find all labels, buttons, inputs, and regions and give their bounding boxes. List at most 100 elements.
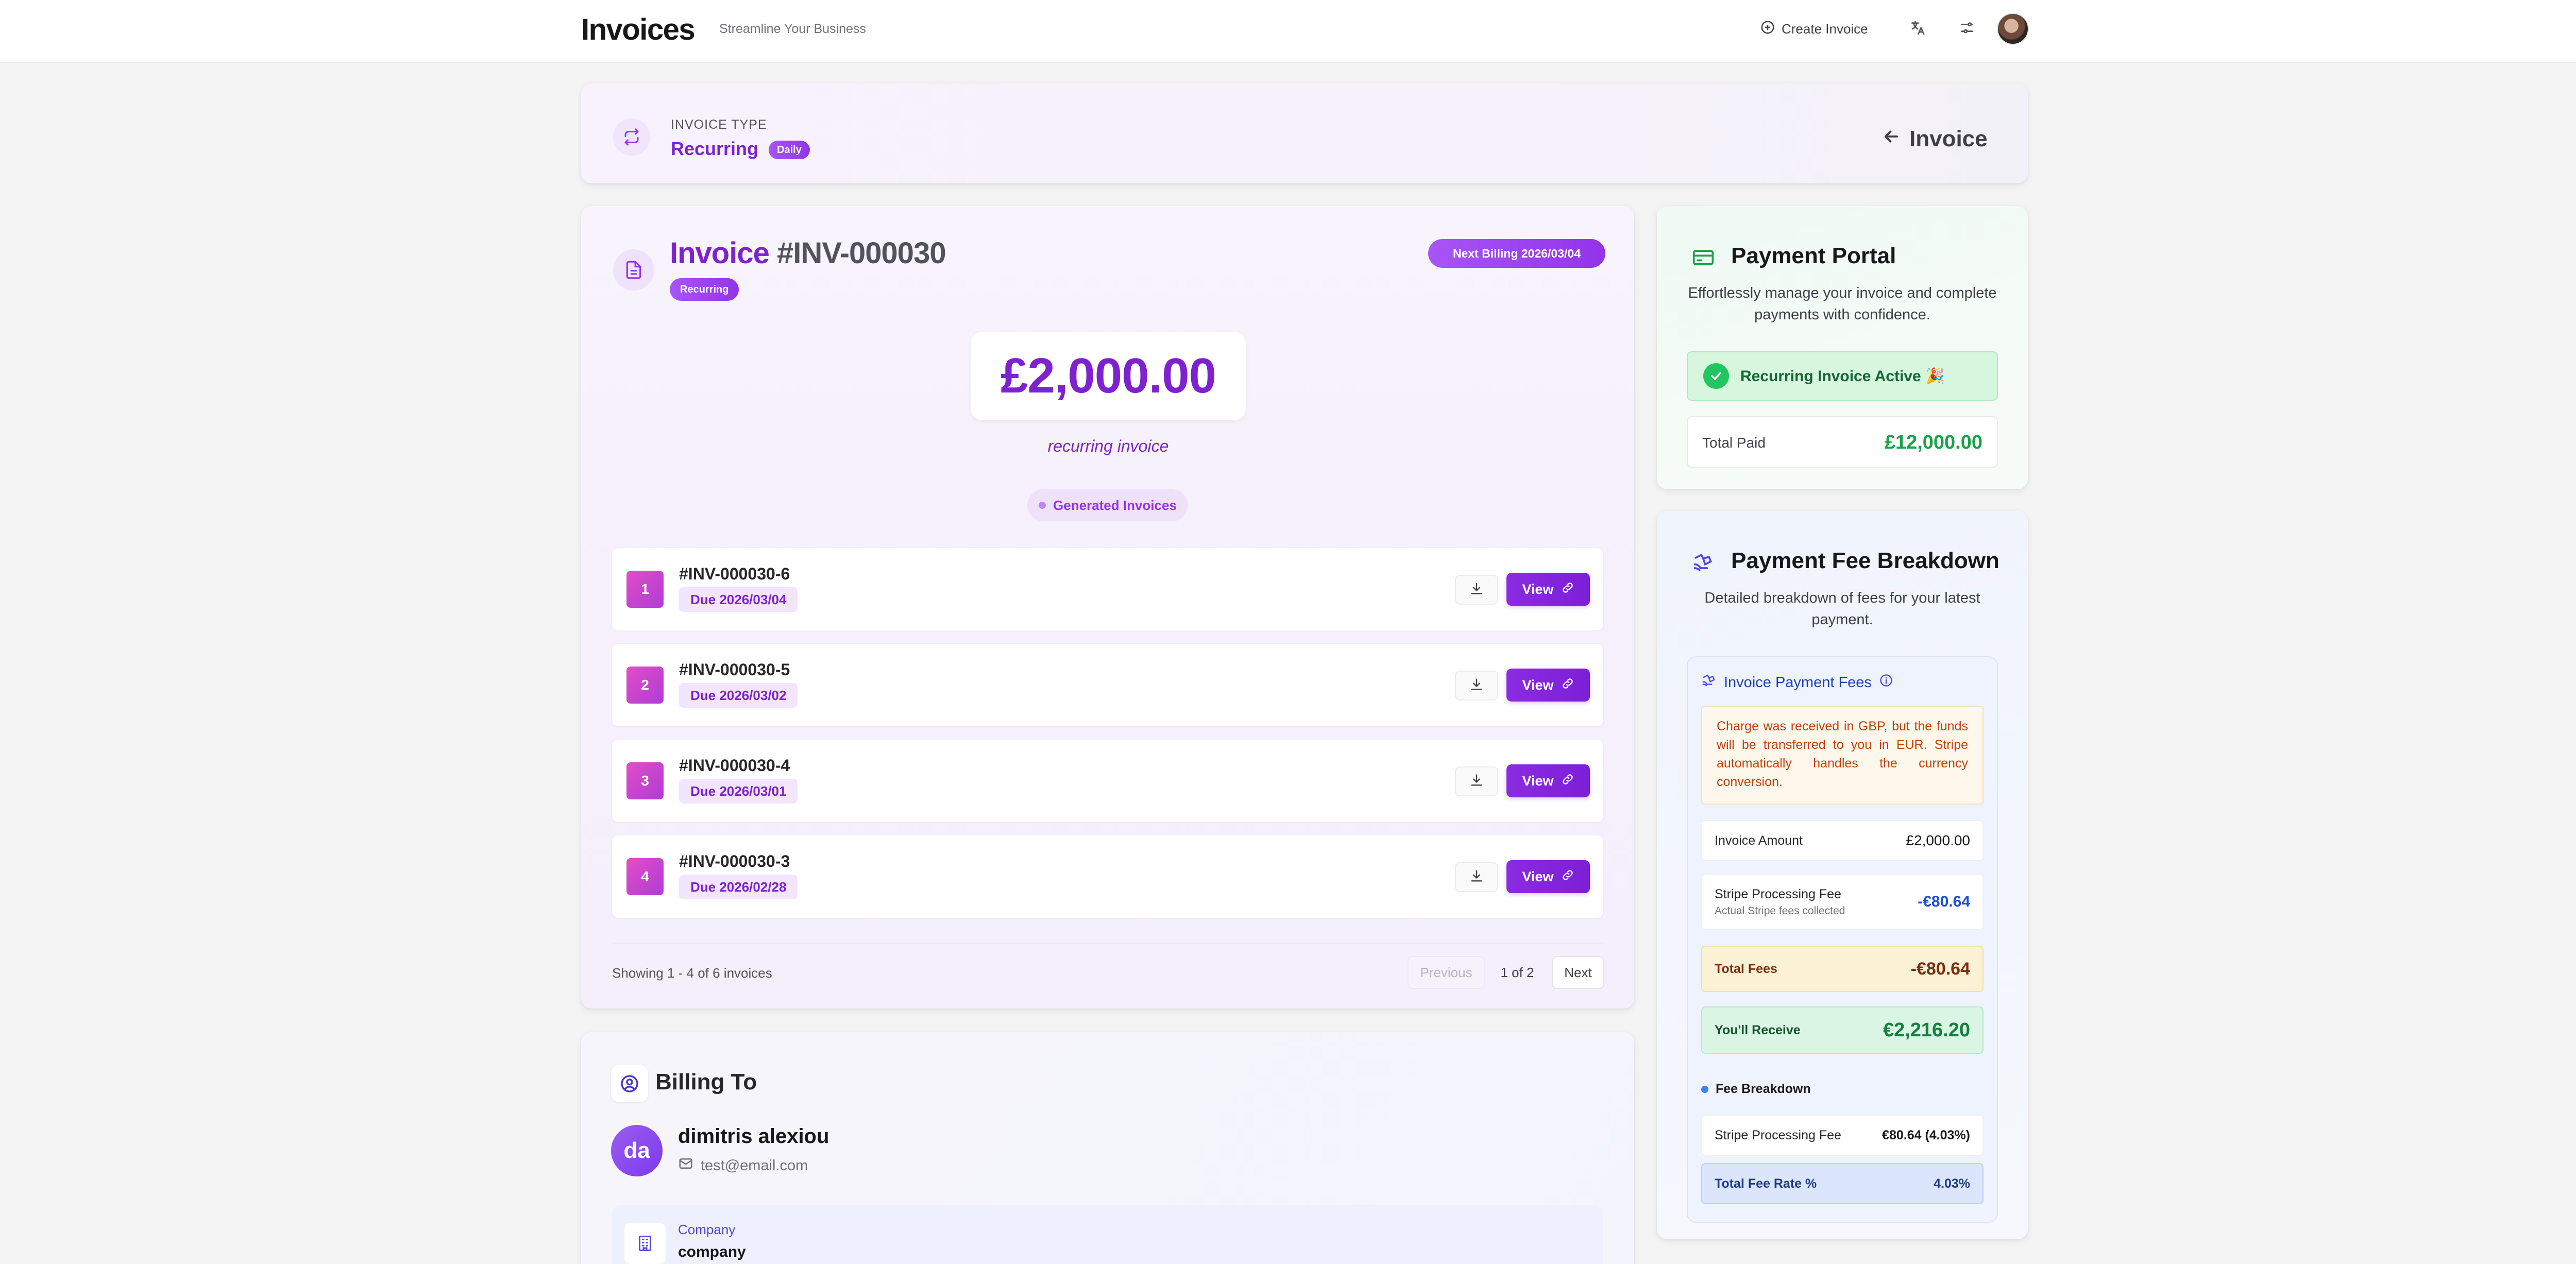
breakdown-stripe-row: Stripe Processing Fee €80.64 (4.03%) xyxy=(1701,1115,1984,1156)
view-button[interactable]: View xyxy=(1506,573,1590,606)
view-button[interactable]: View xyxy=(1506,669,1590,702)
total-paid-box: Total Paid £12,000.00 xyxy=(1687,416,1998,468)
settings-button[interactable] xyxy=(1956,18,1978,40)
back-to-invoice-link[interactable]: Invoice xyxy=(1882,126,1988,152)
row-due-date: Due 2026/02/28 xyxy=(679,875,798,899)
fee-breakdown-subtitle: Fee Breakdown xyxy=(1716,1082,1811,1096)
invoice-amount-value: £2,000.00 xyxy=(1906,832,1970,848)
check-icon xyxy=(1703,363,1729,389)
row-due-date: Due 2026/03/01 xyxy=(679,779,798,804)
download-button[interactable] xyxy=(1455,575,1498,605)
generated-invoices-text: Generated Invoices xyxy=(1053,497,1177,513)
you-receive-value: €2,216.20 xyxy=(1883,1019,1970,1041)
currency-conversion-notice: Charge was received in GBP, but the fund… xyxy=(1701,706,1984,805)
building-icon xyxy=(624,1223,666,1264)
row-index: 3 xyxy=(626,762,664,799)
link-icon xyxy=(1561,773,1574,790)
row-due-date: Due 2026/03/02 xyxy=(679,683,798,708)
invoice-type-name: Recurring xyxy=(671,138,759,159)
generated-invoice-row[interactable]: 3 #INV-000030-4 Due 2026/03/01 View xyxy=(612,740,1603,822)
invoice-type-value: Recurring Daily xyxy=(671,138,810,160)
invoice-type-label: INVOICE TYPE xyxy=(671,117,767,132)
next-billing-badge: Next Billing 2026/03/04 xyxy=(1428,239,1605,268)
total-fee-rate-label: Total Fee Rate % xyxy=(1715,1176,1817,1191)
credit-card-icon xyxy=(1692,246,1715,271)
generated-invoice-row[interactable]: 4 #INV-000030-3 Due 2026/02/28 View xyxy=(612,835,1603,918)
recurring-active-text: Recurring Invoice Active 🎉 xyxy=(1740,367,1945,385)
next-page-button[interactable]: Next xyxy=(1552,956,1604,989)
row-index: 4 xyxy=(626,858,664,895)
link-icon xyxy=(1561,868,1574,885)
repeat-icon xyxy=(613,118,650,156)
total-paid-label: Total Paid xyxy=(1702,435,1766,451)
generated-invoice-row[interactable]: 1 #INV-000030-6 Due 2026/03/04 View xyxy=(612,548,1603,630)
company-section xyxy=(612,1205,1603,1264)
row-invoice-id: #INV-000030-4 xyxy=(679,756,790,775)
plus-circle-icon xyxy=(1760,20,1775,39)
total-paid-value: £12,000.00 xyxy=(1884,432,1982,453)
view-button[interactable]: View xyxy=(1506,860,1590,893)
total-fees-row: Total Fees -€80.64 xyxy=(1701,946,1984,992)
view-label: View xyxy=(1522,581,1554,597)
info-icon[interactable] xyxy=(1879,673,1893,692)
fee-breakdown-subheader: Fee Breakdown xyxy=(1701,1082,1811,1097)
portal-description: Effortlessly manage your invoice and com… xyxy=(1688,285,1997,323)
create-invoice-button[interactable]: Create Invoice xyxy=(1760,19,1868,39)
download-button[interactable] xyxy=(1455,766,1498,796)
row-index: 1 xyxy=(626,571,664,608)
row-due-date: Due 2026/03/04 xyxy=(679,587,798,612)
language-button[interactable] xyxy=(1906,18,1929,40)
row-index: 2 xyxy=(626,667,664,704)
app-title: Invoices xyxy=(581,13,696,46)
client-email: test@email.com xyxy=(678,1156,808,1175)
fee-breakdown-title: Payment Fee Breakdown xyxy=(1731,548,1999,573)
user-avatar[interactable] xyxy=(1997,13,2029,45)
company-label: Company xyxy=(678,1222,736,1237)
total-fees-value: -€80.64 xyxy=(1910,959,1970,979)
invoice-amount-row: Invoice Amount £2,000.00 xyxy=(1701,820,1984,861)
back-label: Invoice xyxy=(1909,126,1988,151)
row-invoice-id: #INV-000030-5 xyxy=(679,660,790,679)
page-indicator: 1 of 2 xyxy=(1500,964,1534,980)
download-icon xyxy=(1469,773,1484,790)
you-receive-row: You'll Receive €2,216.20 xyxy=(1701,1006,1984,1054)
portal-title: Payment Portal xyxy=(1731,243,1896,268)
invoice-amount-caption: recurring invoice xyxy=(1047,437,1169,455)
download-icon xyxy=(1469,869,1484,886)
stripe-fee-sublabel: Actual Stripe fees collected xyxy=(1715,904,1845,917)
total-fees-label: Total Fees xyxy=(1715,961,1777,976)
download-icon xyxy=(1469,582,1484,599)
pagination-summary: Showing 1 - 4 of 6 invoices xyxy=(612,965,772,981)
settings-sliders-icon xyxy=(1959,20,1975,39)
link-icon xyxy=(1561,581,1574,598)
pagination-divider xyxy=(612,943,1603,944)
you-receive-label: You'll Receive xyxy=(1715,1022,1801,1037)
user-circle-icon xyxy=(611,1065,648,1102)
view-label: View xyxy=(1522,677,1554,693)
bullet-dot xyxy=(1701,1085,1708,1093)
client-name: dimitris alexiou xyxy=(678,1125,829,1148)
row-invoice-id: #INV-000030-3 xyxy=(679,852,790,870)
link-icon xyxy=(1561,677,1574,694)
download-button[interactable] xyxy=(1455,671,1498,701)
stripe-fee-label: Stripe Processing Fee xyxy=(1715,886,1841,901)
previous-page-button[interactable]: Previous xyxy=(1408,956,1485,989)
total-fee-rate-row: Total Fee Rate % 4.03% xyxy=(1701,1163,1984,1204)
invoice-title-word: Invoice xyxy=(670,236,770,270)
view-button[interactable]: View xyxy=(1506,764,1590,797)
client-avatar: da xyxy=(611,1125,663,1176)
client-email-text: test@email.com xyxy=(701,1157,808,1174)
total-fee-rate-value: 4.03% xyxy=(1934,1176,1970,1191)
fee-breakdown-description: Detailed breakdown of fees for your late… xyxy=(1704,590,1980,628)
recurring-active-banner: Recurring Invoice Active 🎉 xyxy=(1687,351,1998,401)
invoice-amount: £2,000.00 xyxy=(971,332,1246,420)
generated-invoice-row[interactable]: 2 #INV-000030-5 Due 2026/03/02 View xyxy=(612,644,1603,726)
billing-title: Billing To xyxy=(655,1069,757,1095)
arrow-left-icon xyxy=(1882,126,1901,152)
invoice-type-card xyxy=(581,83,2028,183)
top-navbar: Invoices Streamline Your Business Create… xyxy=(0,0,2576,63)
frequency-badge: Daily xyxy=(769,141,810,160)
invoice-status-badge: Recurring xyxy=(670,278,739,301)
breakdown-stripe-label: Stripe Processing Fee xyxy=(1715,1128,1841,1142)
download-button[interactable] xyxy=(1455,862,1498,892)
